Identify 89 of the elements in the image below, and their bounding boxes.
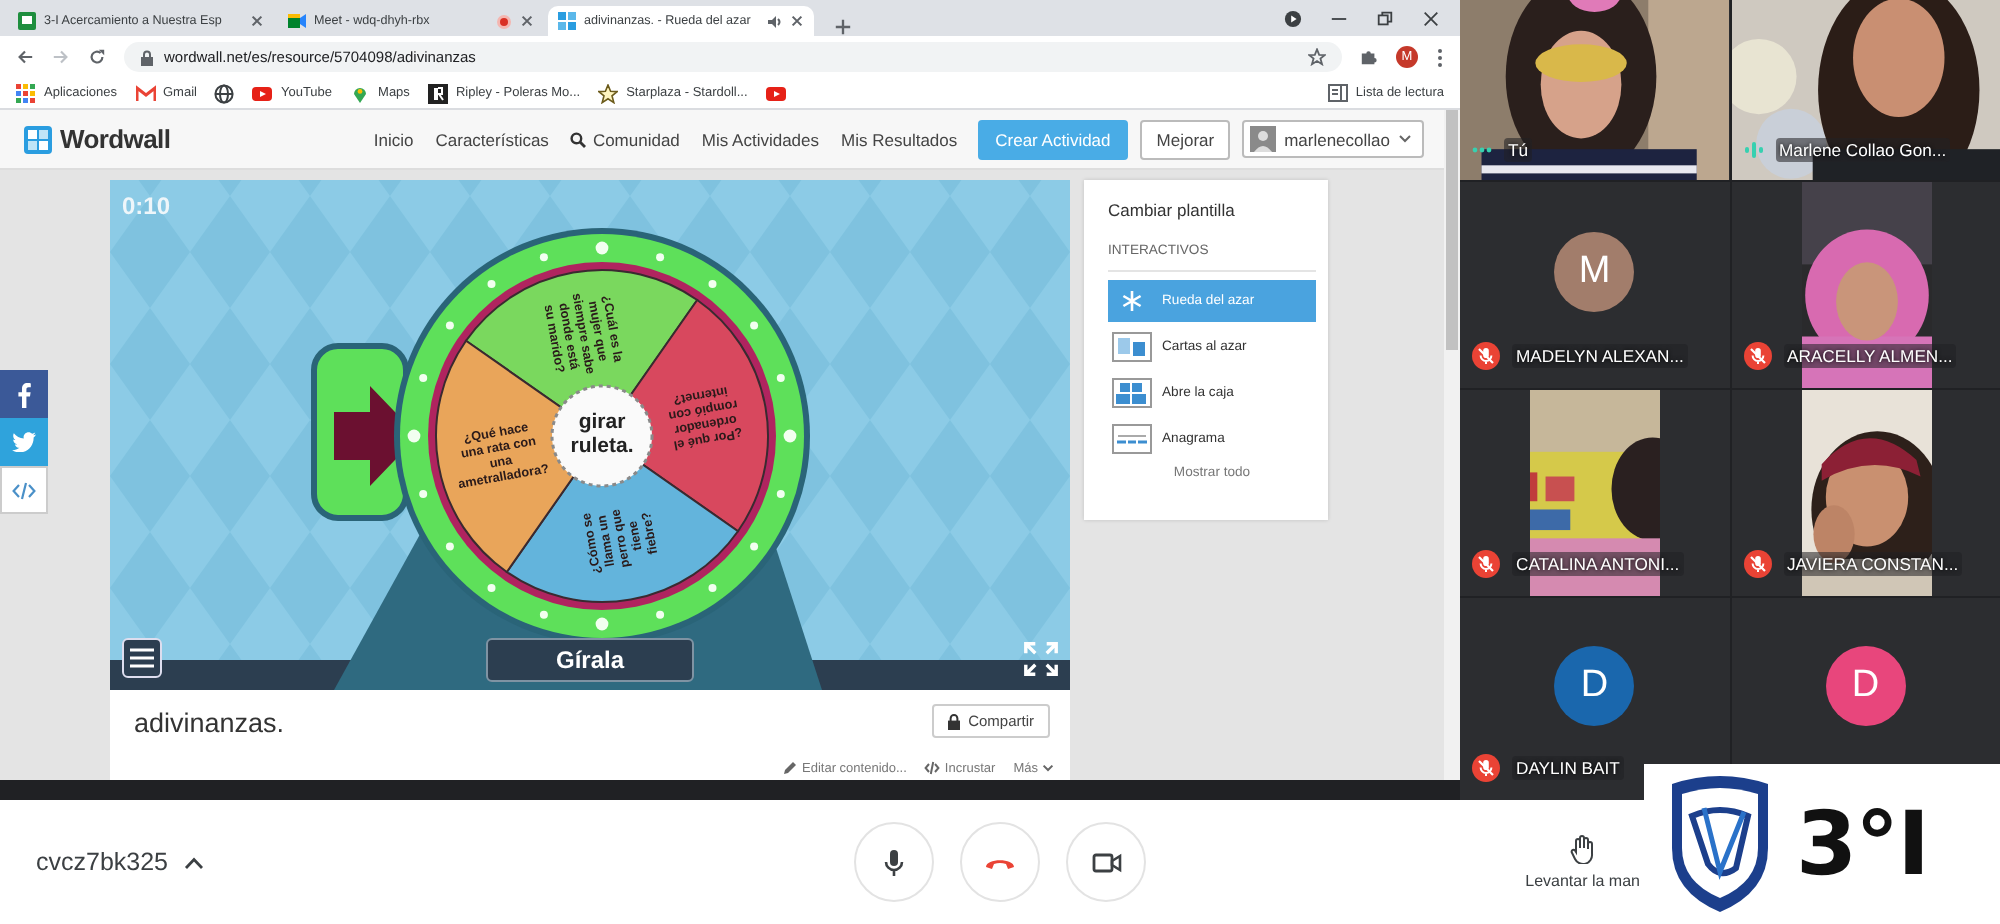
close-icon[interactable] <box>250 14 264 28</box>
camera-button[interactable] <box>1066 822 1146 902</box>
participant-name: JAVIERA CONSTAN... <box>1783 552 1963 576</box>
mail-icon <box>135 83 155 103</box>
restore-icon[interactable] <box>1376 9 1394 27</box>
anagram-icon <box>1112 424 1152 454</box>
reload-icon[interactable] <box>88 48 106 66</box>
caret-icon <box>1042 764 1054 772</box>
apps-icon <box>16 83 36 103</box>
spin-button[interactable]: Gírala <box>486 638 694 682</box>
bird-icon <box>12 432 36 452</box>
scrollbar[interactable] <box>1446 110 1458 350</box>
code-icon <box>12 481 36 499</box>
caret-up-icon[interactable] <box>184 855 205 869</box>
pencil-icon <box>782 760 799 776</box>
raise-hand-button[interactable]: Levantar la man <box>1525 834 1640 890</box>
facebook-share-button[interactable] <box>0 370 48 418</box>
embed-share-button[interactable] <box>0 466 48 514</box>
avatar: D <box>1825 645 1906 725</box>
panel-heading: Cambiar plantilla <box>1108 200 1237 220</box>
phone-icon <box>984 855 1016 869</box>
activity-title: adivinanzas. <box>134 708 285 738</box>
participant-name: ARACELLY ALMEN... <box>1783 344 1957 368</box>
site-logo[interactable]: Wordwall <box>24 124 171 154</box>
participant-name: CATALINA ANTONI... <box>1512 552 1684 576</box>
cards-icon <box>1112 332 1152 362</box>
grid-icon <box>558 12 576 30</box>
avatar: M <box>1554 231 1635 311</box>
search-icon <box>570 131 587 147</box>
puzzle-icon[interactable] <box>1360 48 1378 66</box>
menu-button[interactable] <box>122 638 162 678</box>
hand-icon <box>1570 834 1595 864</box>
nav-link[interactable]: Mis Resultados <box>841 129 958 149</box>
wheel-hub[interactable] <box>550 384 654 488</box>
class-label: 3°I <box>1796 793 1928 895</box>
user-menu[interactable]: marlenecollao <box>1242 120 1424 158</box>
audio-dots-icon <box>1472 146 1492 154</box>
participant-name: DAYLIN BAIT <box>1512 756 1624 780</box>
nav-link[interactable]: Mis Actividades <box>701 129 820 149</box>
mic-off-icon <box>1472 342 1500 370</box>
mic-off-icon <box>1472 550 1500 578</box>
mic-icon <box>882 847 906 877</box>
nav-link[interactable]: Características <box>435 129 549 149</box>
nav-link[interactable]: Inicio <box>373 129 414 149</box>
participant-name: Tú <box>1504 138 1533 162</box>
new-tab-icon[interactable] <box>834 18 852 36</box>
media-control-icon[interactable] <box>1284 9 1302 27</box>
grid-icon <box>24 125 52 153</box>
more-icon[interactable] <box>1436 47 1444 67</box>
bookmark[interactable] <box>765 83 786 103</box>
square-icon <box>427 83 448 103</box>
fullscreen-icon[interactable] <box>1022 640 1060 678</box>
boxes-icon <box>1112 378 1152 408</box>
close-icon[interactable] <box>1422 9 1440 27</box>
play-icon <box>765 83 786 103</box>
star-icon[interactable] <box>1308 48 1326 66</box>
reading-list-icon <box>1327 84 1348 102</box>
back-icon[interactable] <box>16 48 34 66</box>
nav-link[interactable]: Comunidad <box>570 129 680 149</box>
lock-icon <box>140 49 154 65</box>
map-pin-icon <box>350 83 371 103</box>
play-icon <box>252 83 273 103</box>
record-icon <box>496 13 512 29</box>
star-icon <box>598 83 619 103</box>
globe-icon <box>214 83 235 103</box>
mic-off-icon <box>1743 342 1771 370</box>
caret-icon <box>1398 134 1412 144</box>
facebook-icon <box>16 381 32 407</box>
participant-name: MADELYN ALEXAN... <box>1512 344 1688 368</box>
mic-off-icon <box>1743 550 1771 578</box>
menu-icon <box>130 648 154 668</box>
user-icon <box>1250 126 1277 152</box>
camera-icon <box>288 12 306 30</box>
meeting-code: cvcz7bk325 <box>36 848 169 876</box>
hub-label[interactable]: girar ruleta. <box>570 410 634 458</box>
microphone-button[interactable] <box>854 822 934 902</box>
bookmark[interactable] <box>214 83 235 103</box>
mic-off-icon <box>1472 754 1500 782</box>
avatar: D <box>1554 645 1635 725</box>
speaker-icon <box>766 13 782 29</box>
close-icon[interactable] <box>790 14 804 28</box>
close-icon[interactable] <box>520 14 534 28</box>
upgrade-button[interactable]: Mejorar <box>1140 119 1231 159</box>
code-icon <box>924 760 941 776</box>
lock-icon <box>948 713 961 729</box>
timer: 0:10 <box>122 192 171 220</box>
twitter-share-button[interactable] <box>0 418 48 466</box>
camera-icon <box>1091 851 1121 873</box>
classroom-icon <box>18 12 36 30</box>
